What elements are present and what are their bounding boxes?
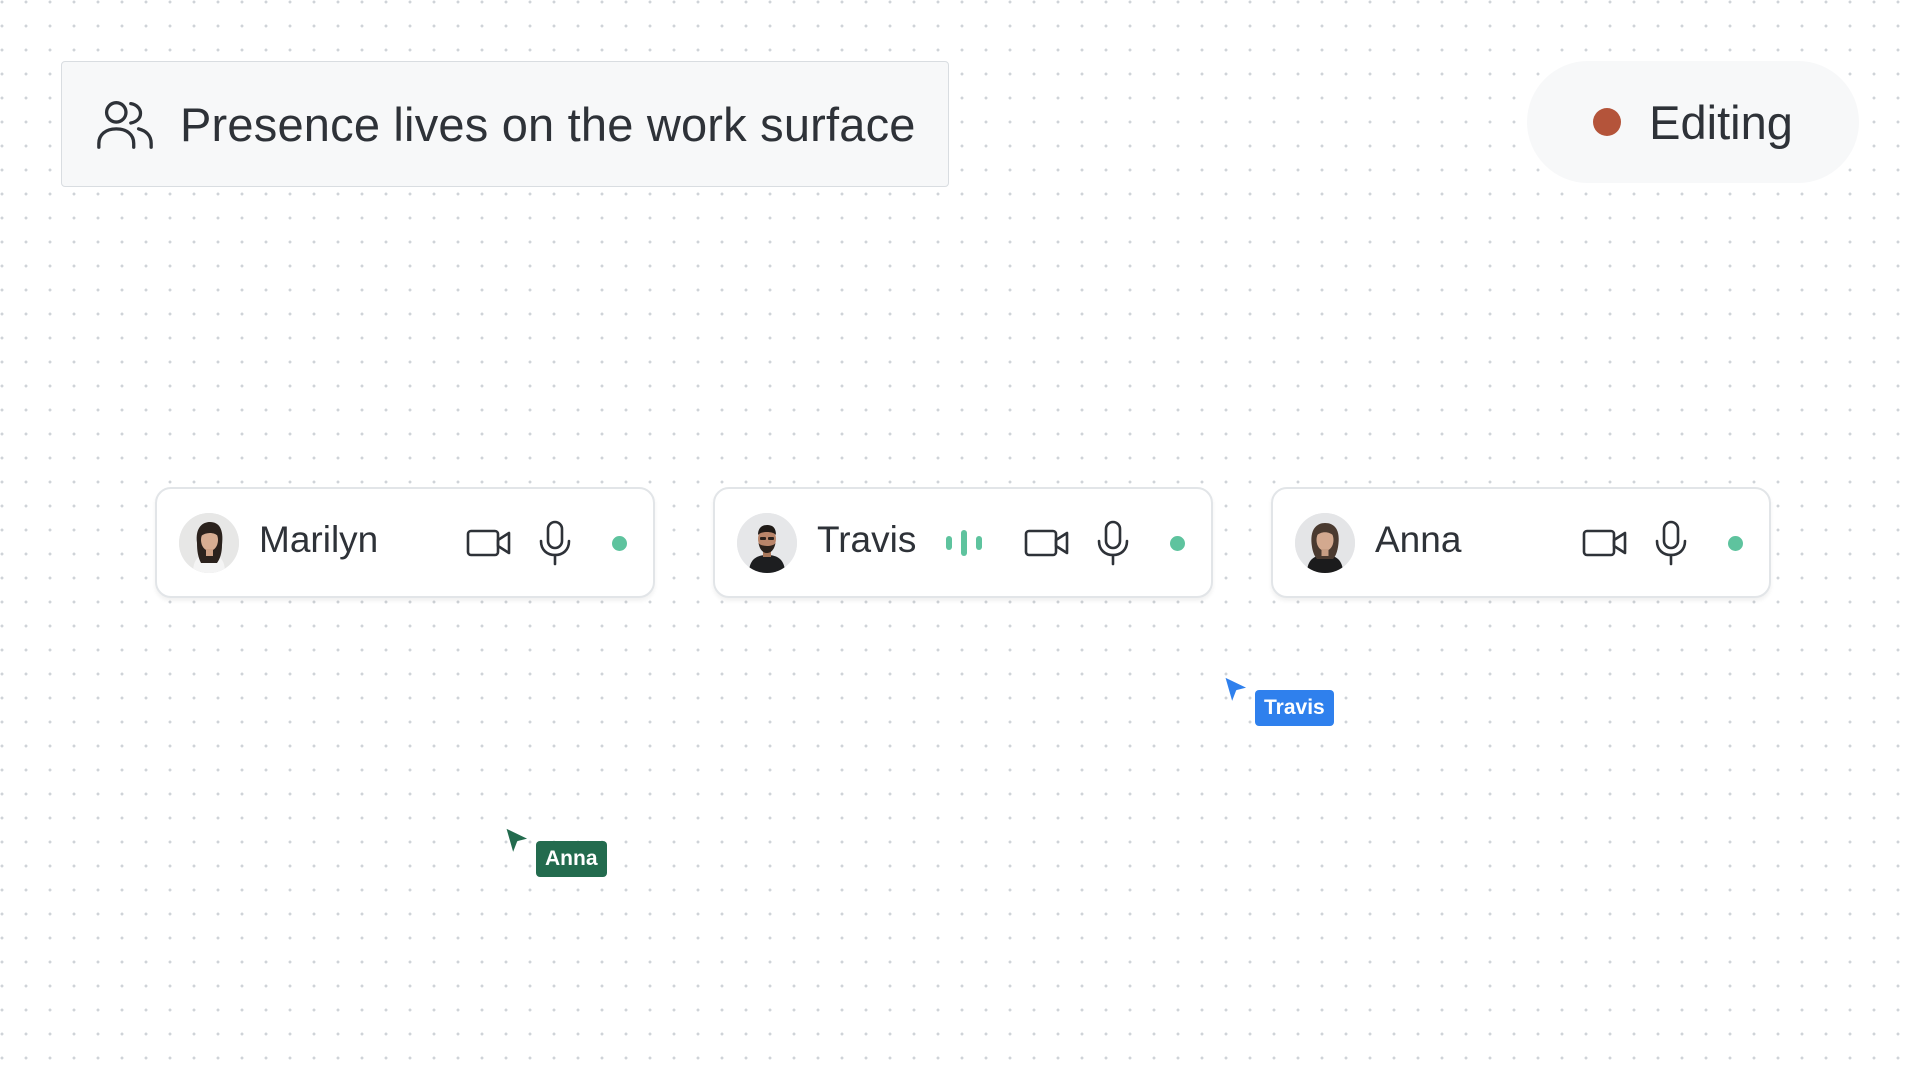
presence-title-banner: Presence lives on the work surface xyxy=(61,61,949,187)
editing-status-badge[interactable]: Editing xyxy=(1527,61,1859,183)
participant-name: Anna xyxy=(1375,519,1462,560)
status-dot xyxy=(1593,108,1622,136)
avatar-anna xyxy=(1295,513,1355,573)
users-icon xyxy=(97,101,153,149)
microphone-icon[interactable] xyxy=(535,516,575,570)
cursor-arrow-icon xyxy=(1223,675,1250,705)
participant-card-anna[interactable]: Anna xyxy=(1271,487,1771,598)
video-camera-icon[interactable] xyxy=(1022,516,1072,570)
participant-name: Travis xyxy=(817,519,917,560)
avatar[interactable] xyxy=(179,513,239,573)
page-title: Presence lives on the work surface xyxy=(180,97,916,151)
avatar-marilyn xyxy=(179,513,239,573)
cursor-arrow-icon xyxy=(504,826,531,856)
online-status-dot xyxy=(1728,536,1743,551)
video-camera-icon[interactable] xyxy=(464,516,514,570)
video-camera-icon[interactable] xyxy=(1580,516,1630,570)
cursor-name-label: Travis xyxy=(1255,690,1334,726)
microphone-icon[interactable] xyxy=(1093,516,1133,570)
status-label: Editing xyxy=(1649,95,1793,149)
microphone-icon[interactable] xyxy=(1651,516,1691,570)
avatar-travis xyxy=(737,513,797,573)
speaking-indicator-icon xyxy=(942,516,986,570)
online-status-dot xyxy=(612,536,627,551)
online-status-dot xyxy=(1170,536,1185,551)
participant-card-marilyn[interactable]: Marilyn xyxy=(155,487,655,598)
avatar[interactable] xyxy=(737,513,797,573)
cursor-name-label: Anna xyxy=(536,841,607,877)
participant-card-travis[interactable]: Travis xyxy=(713,487,1213,598)
avatar[interactable] xyxy=(1295,513,1355,573)
participant-name: Marilyn xyxy=(259,519,379,560)
